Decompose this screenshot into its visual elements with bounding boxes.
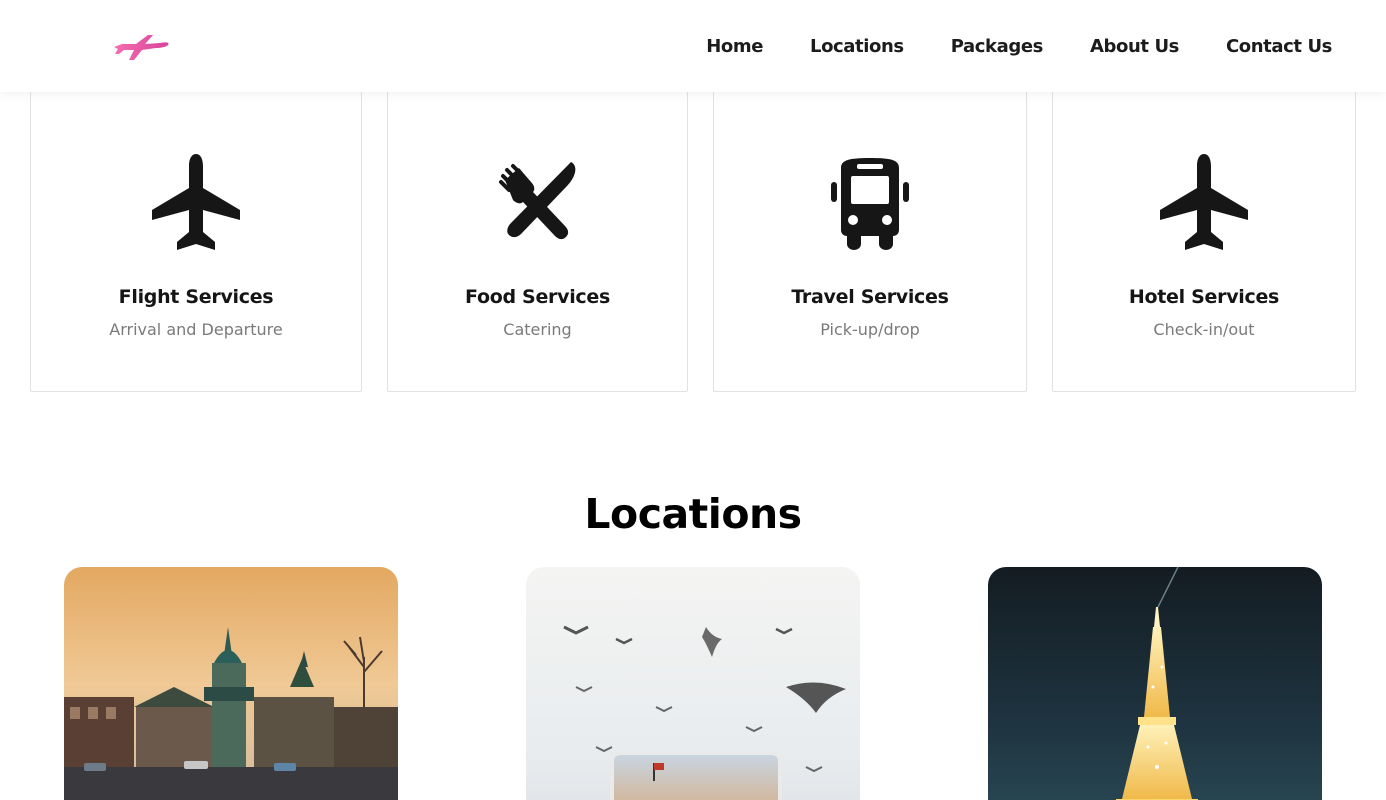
locations-heading: Locations (584, 490, 802, 538)
service-title: Food Services (465, 286, 610, 308)
nav-link-home[interactable]: Home (706, 36, 763, 57)
service-title: Travel Services (791, 286, 949, 308)
service-title: Flight Services (118, 286, 274, 308)
nav-menu: Home Locations Packages About Us Contact… (706, 0, 1332, 92)
seagulls-postcard-photo (526, 567, 860, 800)
service-card-travel[interactable]: Travel Services Pick-up/drop (713, 91, 1027, 392)
airplane-icon (149, 154, 243, 250)
nav-link-contact-us[interactable]: Contact Us (1226, 36, 1332, 57)
service-subtitle: Check-in/out (1153, 320, 1255, 339)
nav-link-packages[interactable]: Packages (951, 36, 1044, 57)
nav-link-locations[interactable]: Locations (810, 36, 904, 57)
navbar: Home Locations Packages About Us Contact… (0, 0, 1386, 92)
service-subtitle: Arrival and Departure (109, 320, 283, 339)
service-card-food[interactable]: Food Services Catering (387, 91, 688, 392)
lakeside-mosque-sunset-photo (64, 567, 398, 800)
service-title: Hotel Services (1128, 286, 1280, 308)
nav-link-about-us[interactable]: About Us (1090, 36, 1179, 57)
airplane-icon (1157, 154, 1251, 250)
service-card-flight[interactable]: Flight Services Arrival and Departure (30, 91, 362, 392)
location-card-mosque[interactable] (64, 567, 398, 800)
bus-icon (823, 154, 917, 250)
location-card-seagulls[interactable] (526, 567, 860, 800)
service-subtitle: Catering (503, 320, 572, 339)
airplane-logo-icon[interactable] (112, 30, 170, 62)
fork-knife-icon (491, 154, 585, 250)
location-card-eiffel[interactable] (988, 567, 1322, 800)
service-subtitle: Pick-up/drop (820, 320, 920, 339)
service-card-hotel[interactable]: Hotel Services Check-in/out (1052, 91, 1356, 392)
eiffel-tower-night-photo (988, 567, 1322, 800)
